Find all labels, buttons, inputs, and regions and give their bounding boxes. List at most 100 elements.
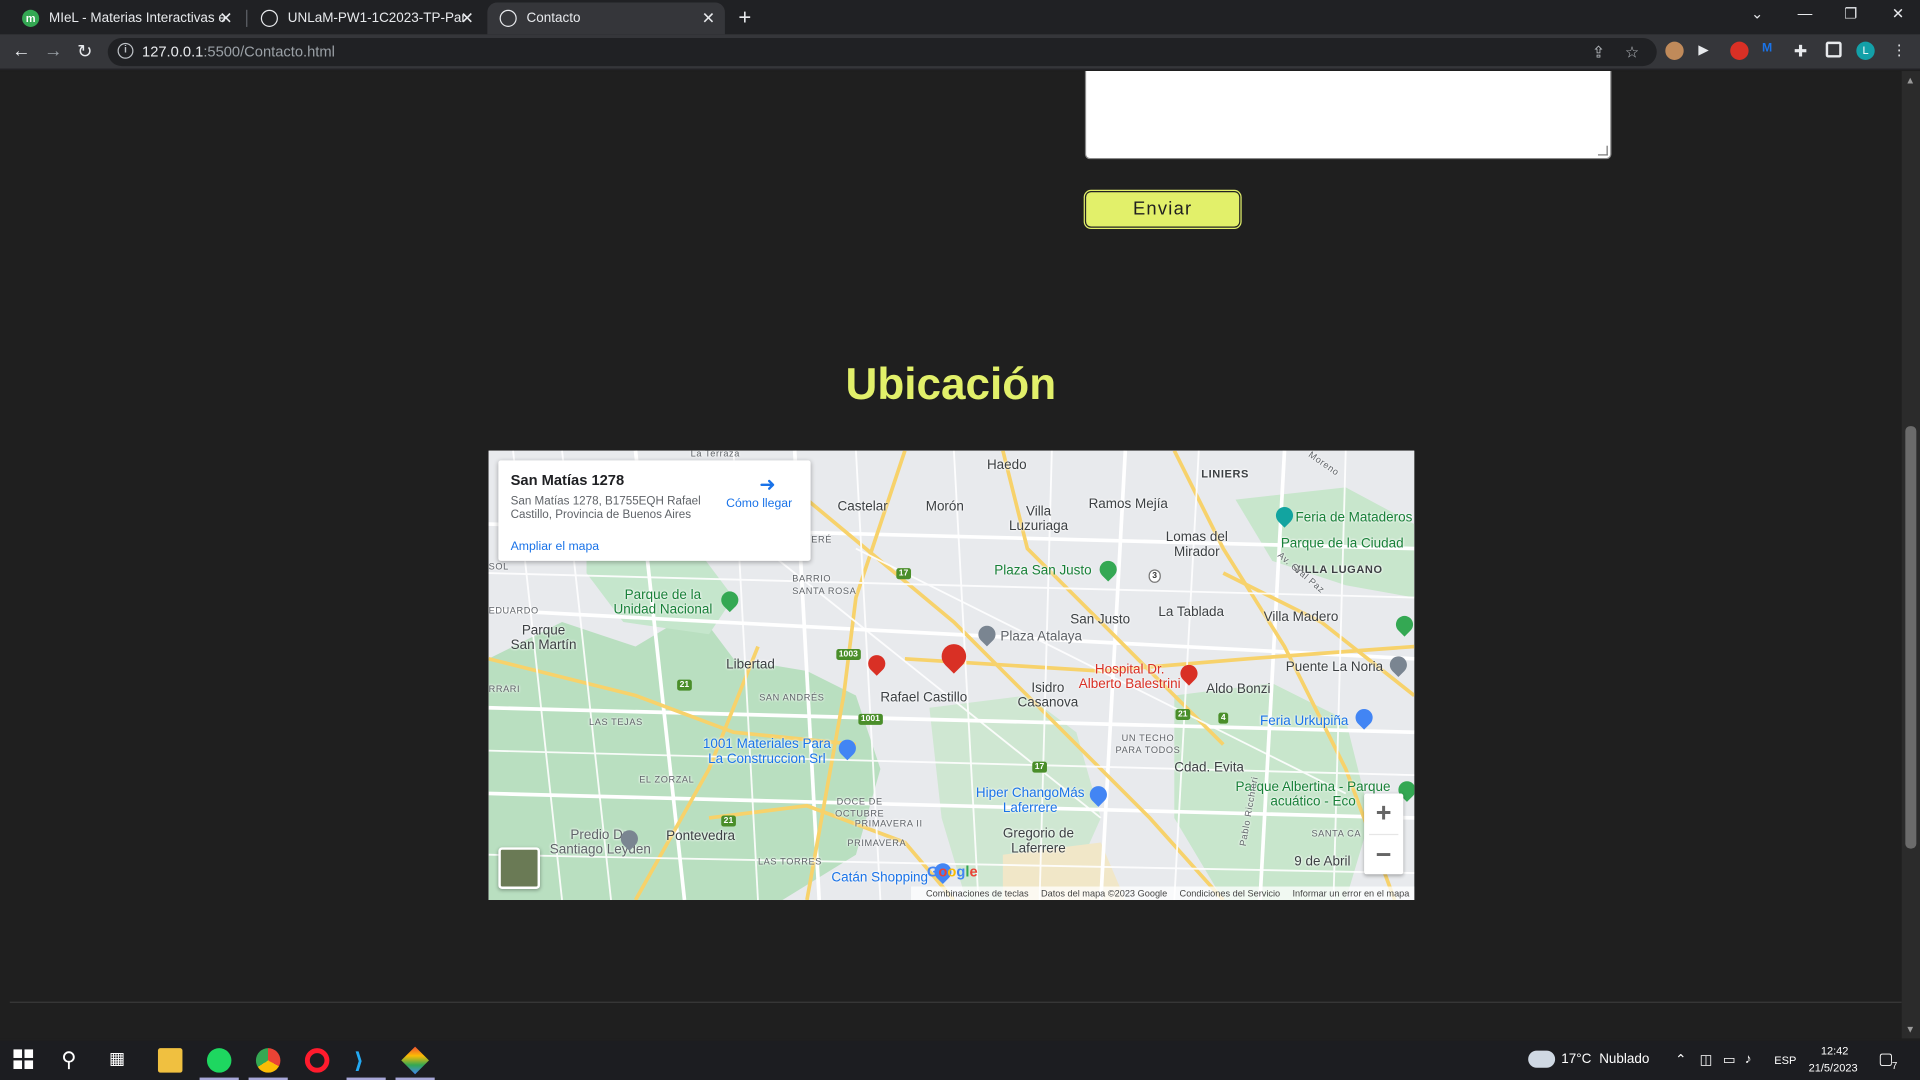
page-scrollbar[interactable]: ▲ ▼ [1901, 71, 1920, 1039]
scroll-down-icon[interactable]: ▼ [1905, 1024, 1915, 1035]
map-data-text: Datos del mapa ©2023 Google [1040, 887, 1168, 899]
route-shield: 17 [1032, 761, 1047, 773]
map-label: Villa Luzuriaga [1008, 504, 1069, 534]
message-textarea[interactable] [1084, 71, 1612, 160]
volume-icon[interactable]: ♪ [1745, 1052, 1752, 1067]
search-icon[interactable]: ⚲ [61, 1048, 85, 1072]
close-tab-icon[interactable]: ✕ [461, 9, 474, 29]
close-tab-icon[interactable]: ✕ [219, 9, 232, 29]
spotify-icon[interactable] [206, 1048, 232, 1073]
vscode-icon[interactable]: ⟩ [354, 1048, 378, 1072]
site-info-icon[interactable]: i [117, 42, 134, 59]
notification-count: 7 [1891, 1060, 1898, 1072]
menu-kebab-icon[interactable]: ⋮ [1892, 42, 1910, 60]
windows-taskbar: ⚲ ▦ ⟩ 17°C Nublado ⌃ ◫ ▭ ♪ ESP 12:42 21/… [0, 1040, 1920, 1080]
tab-miel[interactable]: m MIeL - Materias Interactivas en Lí ✕ [10, 2, 243, 34]
route-shield: 1003 [836, 648, 861, 661]
route-shield: 3 [1148, 569, 1161, 583]
extension-record-icon[interactable] [1730, 41, 1749, 61]
map-label: Villa Madero [1263, 609, 1339, 625]
place-name: San Matías 1278 [510, 471, 625, 489]
network-icon[interactable]: ▭ [1723, 1052, 1736, 1068]
close-tab-icon[interactable]: ✕ [702, 9, 715, 29]
chevron-up-icon[interactable]: ⌃ [1675, 1052, 1686, 1068]
map-attribution: Combinaciones de teclas Datos del mapa ©… [911, 886, 1415, 901]
google-logo: Google [926, 863, 978, 881]
map-label: LINIERS [1201, 467, 1250, 481]
directions-link[interactable]: Cómo llegar [726, 497, 792, 510]
back-icon[interactable]: ← [12, 40, 30, 61]
extension-play-icon[interactable]: ▶ [1698, 42, 1716, 60]
map-label: Parque San Martín [510, 623, 577, 653]
zoom-in-button[interactable]: + [1364, 793, 1403, 833]
tab-unlam[interactable]: UNLaM-PW1-1C2023-TP-Parte1.p ✕ [249, 2, 484, 34]
map-label: Libertad [726, 657, 775, 673]
tab-search-icon[interactable]: ⌄ [1751, 5, 1763, 22]
map-label: Morón [925, 499, 964, 515]
share-icon[interactable]: ⇪ [1592, 43, 1605, 63]
language-indicator[interactable]: ESP [1774, 1054, 1796, 1066]
directions-icon[interactable]: ➜ [759, 473, 779, 496]
report-error-link[interactable]: Informar un error en el mapa [1292, 888, 1409, 899]
opera-icon[interactable] [304, 1048, 330, 1073]
zoom-out-button[interactable]: − [1364, 835, 1403, 875]
clock-time[interactable]: 12:42 [1821, 1044, 1849, 1056]
map-label: Rafael Castillo [880, 690, 968, 706]
place-address: San Matías 1278, B1755EQH Rafael Castill… [510, 494, 701, 522]
reload-icon[interactable]: ↻ [77, 40, 92, 63]
map-label: LAS TORRES [757, 855, 822, 867]
extension-m-icon[interactable]: M [1762, 42, 1780, 60]
map-label: 9 de Abril [1294, 854, 1351, 870]
meet-icon[interactable]: ◫ [1700, 1052, 1713, 1068]
map-label: Castelar [837, 499, 888, 515]
profile-avatar[interactable]: L [1856, 41, 1875, 61]
restore-icon[interactable]: ❐ [1844, 5, 1857, 22]
scroll-up-icon[interactable]: ▲ [1905, 75, 1915, 86]
file-explorer-icon[interactable] [157, 1048, 183, 1073]
map-label: Ramos Mejía [1088, 497, 1168, 512]
zoom-control: + − [1364, 793, 1404, 875]
cloud-weather-icon[interactable] [1528, 1050, 1556, 1068]
weather-text[interactable]: Nublado [1599, 1052, 1649, 1067]
map-label: Plaza Atalaya [1000, 629, 1083, 645]
route-shield: 21 [677, 679, 692, 691]
map-label: Catán Shopping [831, 870, 929, 886]
clock-date[interactable]: 21/5/2023 [1809, 1062, 1858, 1074]
map-label: UN TECHO PARA TODOS [1115, 732, 1181, 756]
extension-icon[interactable] [1665, 41, 1684, 61]
map-label: Feria de Mataderos [1295, 510, 1413, 526]
chrome-icon[interactable] [255, 1048, 281, 1073]
scrollbar-thumb[interactable] [1905, 426, 1917, 849]
send-button[interactable]: Enviar [1084, 191, 1241, 228]
map-label: Plaza San Justo [994, 563, 1092, 578]
address-bar[interactable]: i 127.0.0.1:5500/Contacto.html ⇪ ☆ [107, 37, 1657, 67]
globe-icon [260, 9, 278, 27]
map-label: SAN ANDRÉS [759, 691, 825, 703]
side-panel-icon[interactable] [1825, 41, 1842, 58]
close-window-icon[interactable]: ✕ [1892, 5, 1904, 22]
windows-start-icon[interactable] [12, 1048, 36, 1072]
minimize-icon[interactable]: — [1798, 5, 1813, 22]
bookmark-star-icon[interactable]: ☆ [1625, 43, 1639, 63]
extensions-puzzle-icon[interactable]: ✚ [1794, 42, 1812, 60]
keyboard-shortcuts-link[interactable]: Combinaciones de teclas [926, 888, 1029, 899]
task-view-icon[interactable]: ▦ [109, 1048, 133, 1072]
location-heading: Ubicación [845, 358, 1057, 409]
route-shield: 17 [896, 568, 911, 580]
weather-temp[interactable]: 17°C [1561, 1052, 1591, 1067]
forward-icon[interactable]: → [44, 40, 62, 61]
tab-contacto[interactable]: Contacto ✕ [487, 2, 725, 35]
embedded-map[interactable]: Haedo LINIERS Moreno La Terraza Castelar… [488, 450, 1415, 901]
enlarge-map-link[interactable]: Ampliar el mapa [511, 540, 599, 553]
git-icon[interactable] [401, 1046, 429, 1075]
new-tab-icon[interactable]: + [738, 5, 751, 31]
map-label: LAS TEJAS [588, 716, 643, 728]
map-label: La Tablada [1158, 604, 1225, 620]
resize-grip-icon[interactable] [1597, 145, 1608, 156]
satellite-layer-button[interactable] [498, 847, 541, 889]
terms-link[interactable]: Condiciones del Servicio [1180, 888, 1281, 899]
globe-icon [499, 9, 517, 27]
map-label: DOCE DE OCTUBRE [835, 795, 885, 820]
route-shield: 21 [1175, 708, 1190, 721]
tab-title: UNLaM-PW1-1C2023-TP-Parte1.p [287, 11, 466, 26]
